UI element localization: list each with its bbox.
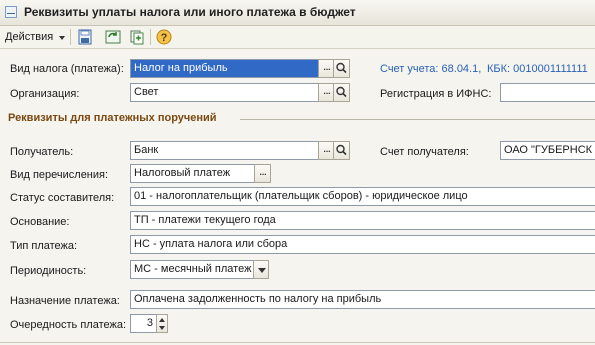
ellipsis-icon: ... (322, 59, 331, 73)
purpose-label: Назначение платежа: (10, 295, 120, 307)
periodicity-select[interactable]: МС - месячный платеж (130, 260, 254, 279)
toolbar-separator (70, 29, 71, 45)
section-divider (240, 119, 595, 120)
basis-label: Основание: (10, 216, 70, 228)
toolbar-separator (150, 29, 151, 45)
spin-up-icon[interactable] (159, 318, 165, 322)
basis-field[interactable]: ТП - платежи текущего года (130, 211, 595, 230)
bottom-border (0, 342, 595, 343)
help-button[interactable]: ? (155, 28, 173, 46)
save-icon (78, 29, 92, 45)
refresh-icon (105, 30, 121, 44)
ellipsis-icon: ... (322, 141, 331, 155)
ellipsis-icon: ... (322, 83, 331, 97)
priority-stepper[interactable] (156, 314, 168, 333)
window-title: Реквизиты уплаты налога или иного платеж… (24, 5, 356, 19)
priority-label: Очередность платежа: (10, 319, 127, 331)
payment-type-label: Тип платежа: (10, 240, 78, 252)
ifns-field[interactable] (500, 83, 595, 102)
recipient-search-button[interactable] (333, 141, 350, 160)
transfer-type-select-button[interactable]: ... (254, 164, 271, 183)
tax-type-label: Вид налога (платежа): (10, 63, 124, 75)
section-title: Реквизиты для платежных поручений (8, 112, 217, 124)
form-icon (5, 6, 17, 18)
recipient-account-field[interactable]: ОАО "ГУБЕРНСК (500, 141, 595, 160)
spin-down-icon[interactable] (159, 326, 165, 330)
copy-icon (130, 30, 144, 45)
status-label: Статус составителя: (10, 192, 115, 204)
actions-menu-button[interactable]: Действия (5, 29, 66, 45)
search-icon (336, 144, 347, 156)
recipient-account-label: Счет получателя: (380, 146, 469, 158)
payment-type-field[interactable]: НС - уплата налога или сбора (130, 235, 595, 254)
search-icon (336, 62, 347, 74)
toolbar: Действия ? (0, 26, 595, 49)
svg-text:?: ? (161, 32, 168, 44)
save-button[interactable] (76, 28, 94, 46)
copy-button[interactable] (128, 28, 146, 46)
status-field[interactable]: 01 - налогоплательщик (плательщик сборов… (130, 187, 595, 206)
transfer-type-label: Вид перечисления: (10, 169, 109, 181)
purpose-field[interactable]: Оплачена задолженность по налогу на приб… (130, 290, 595, 309)
account-info: Счет учета: 68.04.1, (380, 63, 482, 75)
recipient-field[interactable]: Банк (130, 141, 320, 160)
title-bar: Реквизиты уплаты налога или иного платеж… (0, 0, 595, 26)
ifns-label: Регистрация в ИФНС: (380, 88, 492, 100)
organization-field[interactable]: Свет (130, 83, 320, 102)
periodicity-label: Периодиность: (10, 265, 87, 277)
recipient-label: Получатель: (10, 146, 74, 158)
organization-search-button[interactable] (333, 83, 350, 102)
ellipsis-icon: ... (258, 164, 267, 178)
search-icon (336, 86, 347, 98)
periodicity-dropdown-button[interactable] (253, 260, 269, 279)
help-icon: ? (156, 29, 172, 45)
tax-type-field[interactable]: Налог на прибыль (130, 59, 320, 78)
transfer-type-field[interactable]: Налоговый платеж (130, 164, 255, 183)
kbk-info: КБК: 0010001111111 (487, 63, 588, 75)
priority-field[interactable]: 3 (130, 314, 157, 333)
tax-type-search-button[interactable] (333, 59, 350, 78)
actions-menu-label: Действия (5, 31, 54, 43)
organization-label: Организация: (10, 88, 80, 100)
chevron-down-icon (59, 36, 66, 40)
refresh-button[interactable] (104, 28, 122, 46)
